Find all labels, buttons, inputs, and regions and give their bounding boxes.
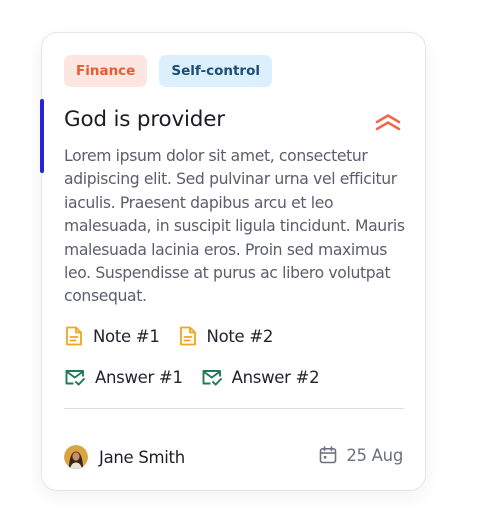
priority-accent-bar xyxy=(40,99,44,173)
tag-list: Finance Self-control xyxy=(64,55,272,87)
footer-divider xyxy=(64,408,404,409)
mail-check-icon xyxy=(202,370,222,386)
due-date: 25 Aug xyxy=(318,445,403,465)
card-description: Lorem ipsum dolor sit amet, consectetur … xyxy=(64,147,405,306)
answer-label: Answer #1 xyxy=(95,367,183,387)
assignee[interactable]: Jane Smith xyxy=(64,445,185,469)
note-label: Note #2 xyxy=(206,326,274,346)
due-date-label: 25 Aug xyxy=(346,445,403,465)
card-title: God is provider xyxy=(64,107,225,132)
double-chevron-up-icon xyxy=(375,114,401,131)
note-label: Note #1 xyxy=(93,326,160,346)
avatar xyxy=(64,445,88,469)
document-icon xyxy=(66,326,82,346)
answer-link-1[interactable]: Answer #1 xyxy=(64,367,183,387)
note-link-1[interactable]: Note #1 xyxy=(64,325,160,347)
task-card[interactable]: Finance Self-control God is provider Lor… xyxy=(40,32,426,491)
calendar-icon xyxy=(320,446,337,464)
tag-finance[interactable]: Finance xyxy=(64,55,148,87)
answer-label: Answer #2 xyxy=(231,367,320,387)
answers-list: Answer #1 Answer #2 xyxy=(64,367,320,387)
answer-link-2[interactable]: Answer #2 xyxy=(201,367,320,387)
assignee-name: Jane Smith xyxy=(99,447,185,467)
note-link-2[interactable]: Note #2 xyxy=(178,325,274,347)
notes-list: Note #1 Note #2 xyxy=(64,325,273,347)
tag-self-control[interactable]: Self-control xyxy=(159,55,272,87)
document-icon xyxy=(179,326,196,346)
mail-check-icon xyxy=(65,370,85,386)
